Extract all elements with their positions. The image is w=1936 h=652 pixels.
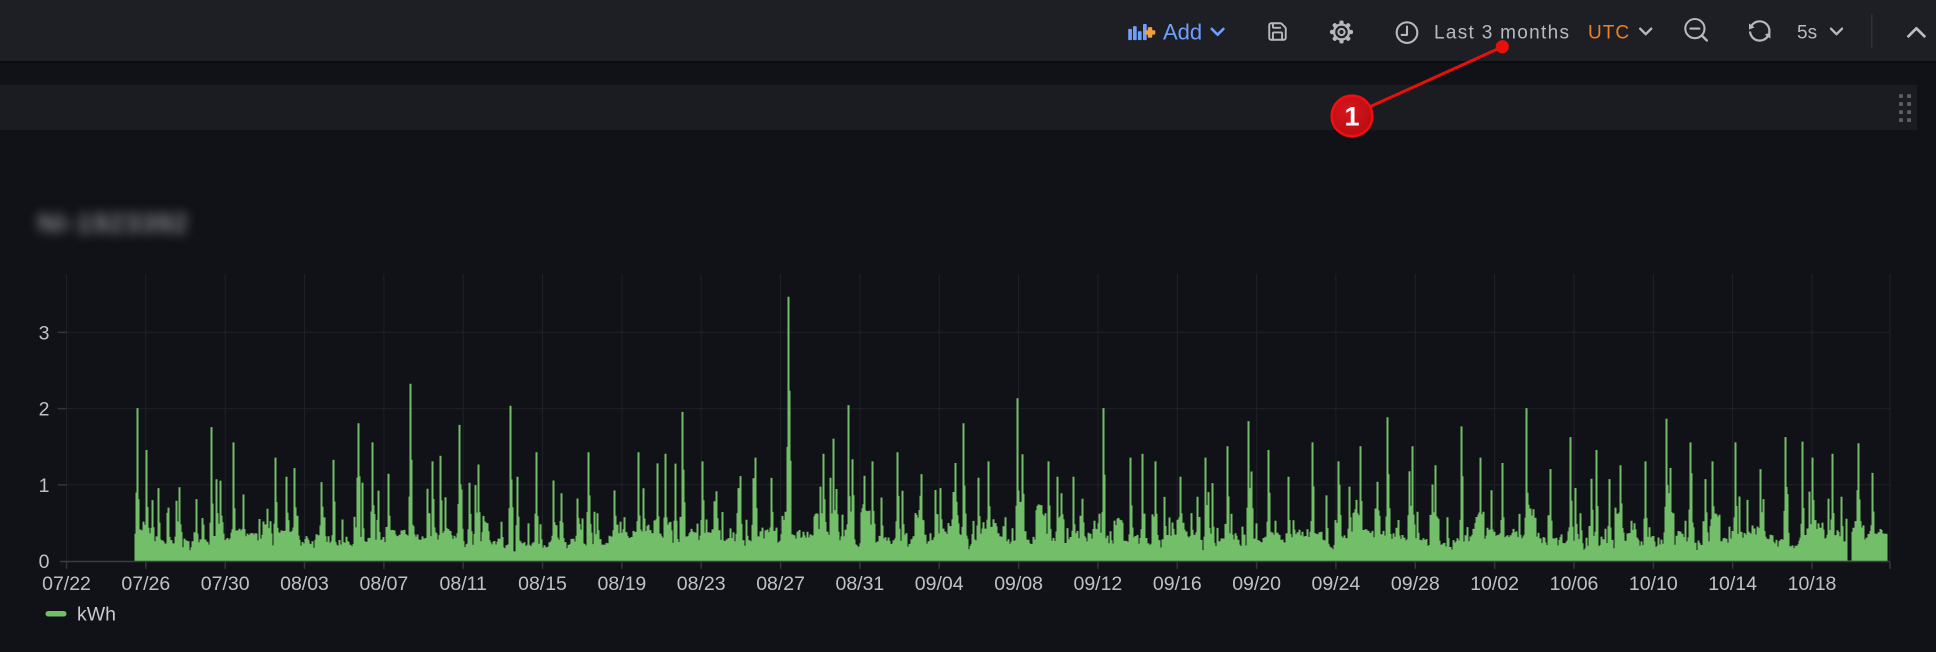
svg-text:08/15: 08/15 [518, 573, 567, 595]
svg-text:09/20: 09/20 [1232, 573, 1281, 595]
svg-text:UTC: UTC [1588, 22, 1630, 43]
svg-text:09/16: 09/16 [1153, 573, 1202, 595]
svg-text:10/02: 10/02 [1470, 573, 1519, 595]
svg-text:2: 2 [39, 399, 50, 421]
svg-text:09/08: 09/08 [994, 573, 1043, 595]
svg-text:07/30: 07/30 [201, 573, 250, 595]
svg-text:07/22: 07/22 [42, 573, 91, 595]
svg-text:08/07: 08/07 [359, 573, 408, 595]
svg-text:0: 0 [39, 551, 50, 573]
svg-text:Add: Add [1163, 20, 1202, 45]
svg-text:09/28: 09/28 [1391, 573, 1440, 595]
svg-text:10/18: 10/18 [1788, 573, 1837, 595]
svg-text:09/12: 09/12 [1073, 573, 1122, 595]
svg-text:10/14: 10/14 [1708, 573, 1757, 595]
svg-text:08/27: 08/27 [756, 573, 805, 595]
svg-text:10/10: 10/10 [1629, 573, 1678, 595]
svg-text:1: 1 [1344, 102, 1359, 132]
svg-text:10/06: 10/06 [1550, 573, 1599, 595]
svg-text:3: 3 [39, 323, 50, 345]
svg-text:08/23: 08/23 [677, 573, 726, 595]
svg-text:08/11: 08/11 [440, 573, 487, 595]
svg-text:1: 1 [39, 475, 50, 497]
svg-text:08/19: 08/19 [597, 573, 646, 595]
svg-text:08/31: 08/31 [835, 573, 884, 595]
svg-text:08/03: 08/03 [280, 573, 329, 595]
svg-text:09/04: 09/04 [915, 573, 964, 595]
svg-text:kWh: kWh [77, 604, 116, 626]
svg-text:07/26: 07/26 [121, 573, 170, 595]
svg-text:5s: 5s [1797, 22, 1817, 43]
svg-text:09/24: 09/24 [1311, 573, 1360, 595]
